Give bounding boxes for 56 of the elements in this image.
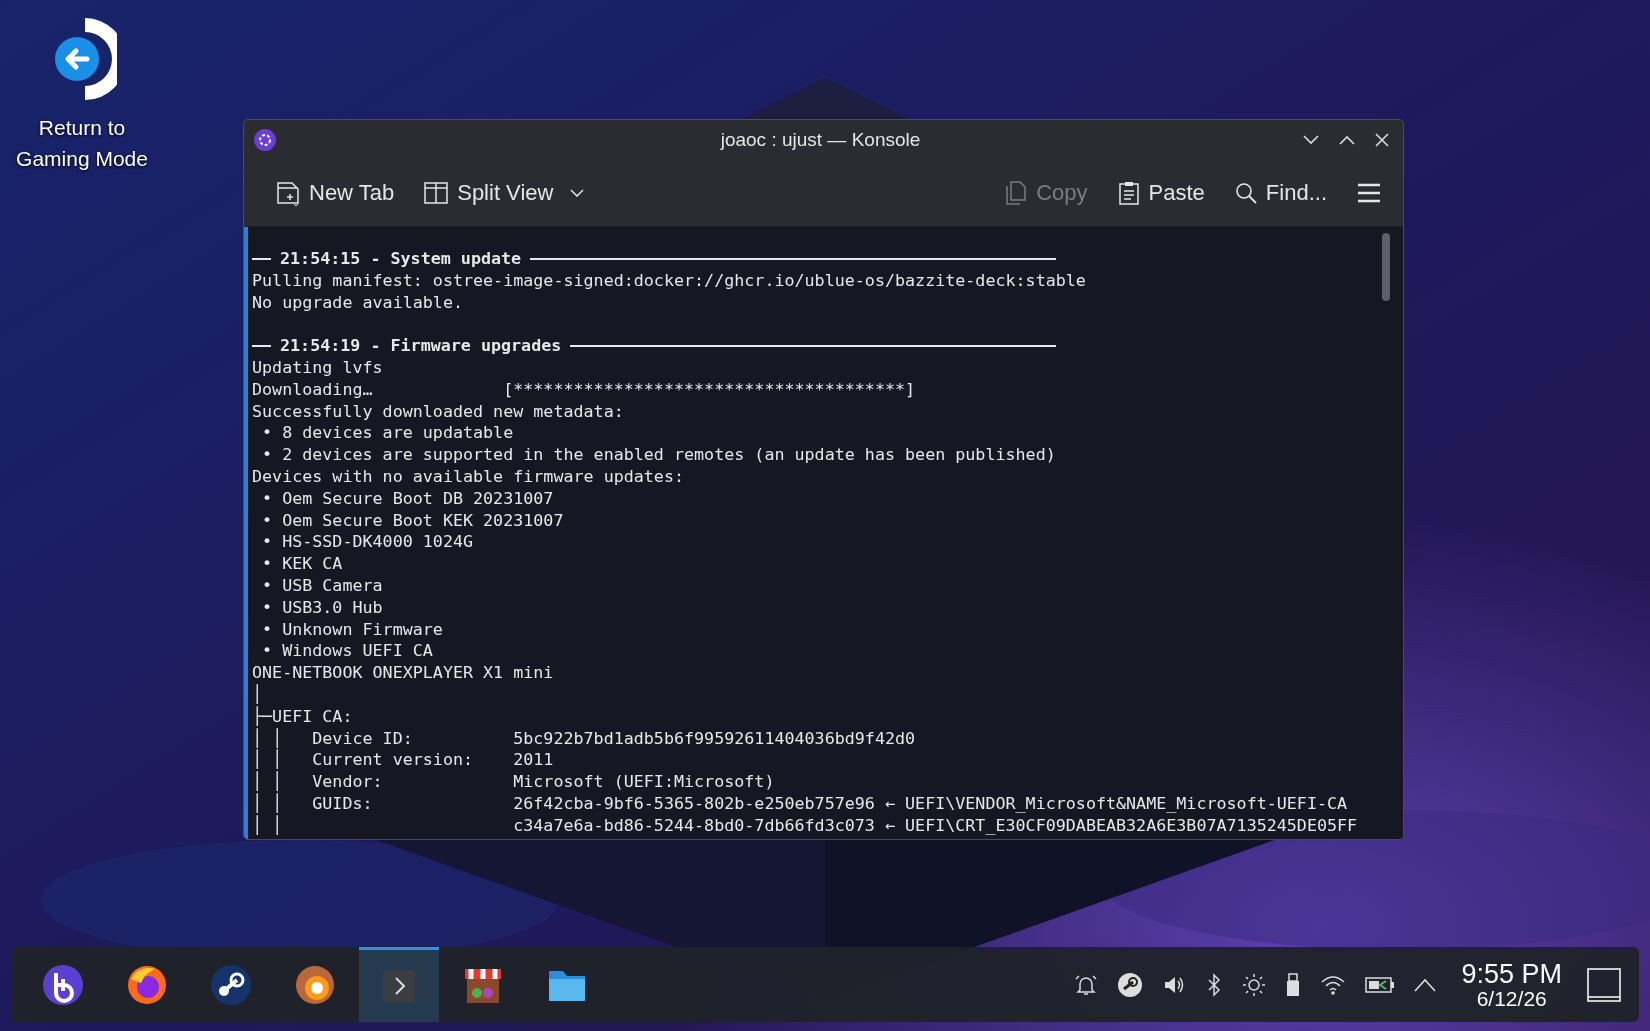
terminal-line: Updating lvfs (252, 357, 383, 377)
terminal-line: Pulling manifest: ostree-image-signed:docker://ghcr.io/ublue-os/bazzite-deck:stable (252, 269, 1086, 290)
active-task[interactable] (359, 947, 439, 1022)
wifi-icon[interactable] (1320, 973, 1347, 996)
terminal-line: • Unknown Firmware (261, 618, 443, 639)
close-icon[interactable] (1375, 133, 1389, 147)
clipboard-icon (1117, 181, 1140, 205)
terminal-line: • 2 devices are supported in the enabled remotes (an update has been published) (261, 444, 1056, 465)
terminal-line: • Windows UEFI CA (261, 640, 433, 661)
steam-icon (209, 962, 253, 1007)
clock-date[interactable]: 6/12/26 (1476, 987, 1547, 1009)
new-tab-icon (276, 180, 300, 206)
terminal-line: No upgrade available. (252, 291, 463, 312)
chevron-up-icon[interactable] (1414, 977, 1437, 992)
app-icon (254, 129, 276, 151)
section-header: 21:54:15 - System update (280, 248, 522, 270)
copy-icon (1005, 181, 1028, 205)
minimize-icon[interactable] (1303, 135, 1319, 145)
maximize-icon[interactable] (1339, 135, 1355, 145)
terminal-line: │ │ GUIDs: 26f42cba-9bf6-5365-802b-e250eb757e96 ← UEFI\VENDOR_Microsoft&NAME_Microsoft-UEFI-CA (252, 792, 1348, 813)
terminal-line: • Oem Secure Boot DB 20231007 (261, 487, 554, 508)
terminal-line: • KEK CA (261, 553, 343, 574)
desktop-icon-label[interactable]: Return to Gaming Mode (7, 112, 157, 174)
brightness-icon[interactable] (1242, 972, 1267, 997)
split-view-button[interactable]: Split View (418, 176, 591, 210)
terminal-line: • Oem Secure Boot KEK 20231007 (261, 509, 564, 530)
clock-time[interactable]: 9:55 PM (1461, 960, 1562, 988)
terminal-line: Successfully downloaded new metadata: (252, 400, 624, 421)
find-button[interactable]: Find... (1228, 176, 1333, 210)
terminal-line: Downloading… [***************************************] (252, 378, 916, 399)
terminal-line: • HS-SSD-DK4000 1024G (261, 531, 474, 552)
terminal-line: ONE-NETBOOK ONEXPLAYER X1 mini (252, 662, 554, 683)
terminal-line: ├─UEFI CA: (252, 705, 353, 726)
usb-drive-icon[interactable] (1285, 972, 1302, 997)
battery-icon[interactable] (1365, 974, 1396, 995)
section-header: 21:54:19 - Firmware upgrades (280, 335, 562, 357)
terminal-line: │ │ Vendor: Microsoft (UEFI:Microsoft) (252, 771, 775, 792)
portal-app-icon (41, 962, 85, 1007)
split-view-icon (424, 182, 449, 204)
menu-icon[interactable] (1357, 183, 1381, 203)
bell-icon[interactable] (1074, 972, 1099, 997)
show-desktop-icon[interactable] (1587, 967, 1621, 1002)
terminal-line: • USB Camera (261, 574, 383, 595)
caret-icon (570, 189, 585, 197)
window-title: joaoc : ujust — Konsole (719, 129, 922, 151)
terminal-line: │ (252, 683, 263, 704)
terminal-line: • USB3.0 Hub (261, 596, 383, 617)
terminal-line: • 8 devices are updatable (261, 422, 514, 443)
terminal-line: Devices with no available firmware updates: (252, 465, 684, 486)
paste-button[interactable]: Paste (1111, 176, 1211, 210)
terminal-line: │ │ c34a7e6a-bd86-5244-8bd0-7db66fd3c073 ← UEFI\CRT_E30CF09DABEAB32A6E3B07A7135245DE05FF (252, 814, 1358, 835)
search-icon (1234, 182, 1257, 204)
terminal-line: │ │ Device ID: 5bc922b7bd1adb5b6f99592611404036bd9f42d0 (252, 727, 916, 748)
steam-icon[interactable] (1117, 971, 1144, 998)
terminal-line: │ │ Current version: 2011 (252, 749, 554, 770)
new-tab-button[interactable]: New Tab (270, 176, 401, 210)
